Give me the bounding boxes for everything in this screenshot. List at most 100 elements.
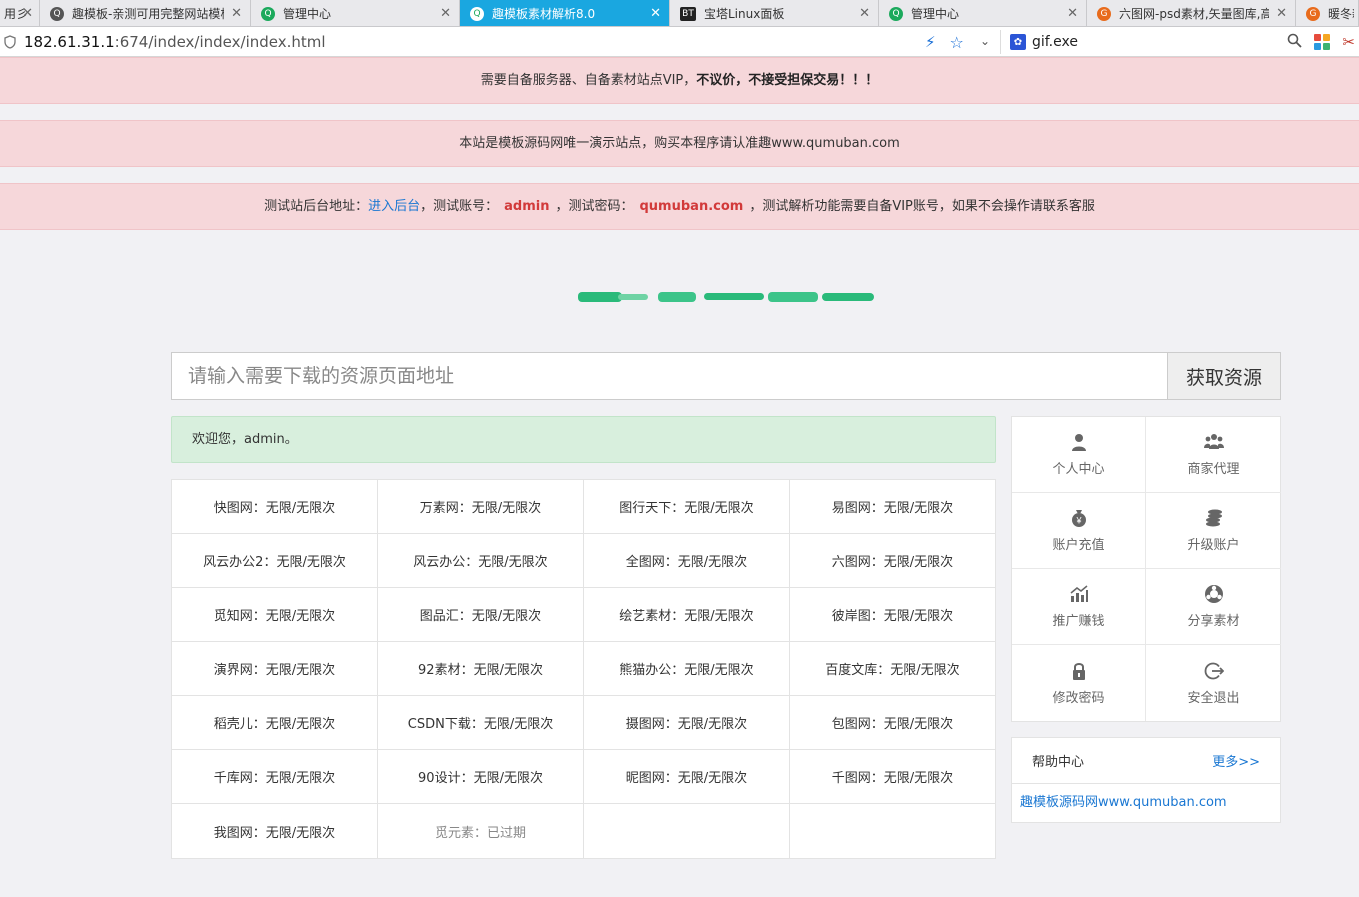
quota-cell: 觅知网：无限/无限次: [172, 588, 378, 642]
coins-icon: [1205, 509, 1222, 527]
menu-label: 分享素材: [1187, 614, 1240, 629]
search-engine-box[interactable]: ✿ gif.exe: [1010, 27, 1078, 57]
toolbar-icons: ✂: [1287, 27, 1359, 57]
get-resource-button[interactable]: 获取资源: [1167, 353, 1280, 399]
shield-icon[interactable]: [4, 34, 18, 49]
tab-title: 管理中心: [911, 7, 960, 21]
bt-icon: BT: [680, 6, 696, 21]
test-password: qumuban.com: [639, 199, 744, 214]
quota-table: 快图网：无限/无限次 万素网：无限/无限次 图行天下：无限/无限次 易图网：无限…: [171, 479, 996, 859]
notice-text: ，测试账号：: [420, 199, 499, 214]
welcome-message: 欢迎您，admin。: [171, 416, 996, 463]
quota-cell-empty: [790, 804, 995, 858]
lightning-icon[interactable]: ⚡: [925, 33, 936, 51]
close-icon[interactable]: ✕: [231, 6, 242, 21]
more-link[interactable]: 更多>>: [1212, 751, 1260, 770]
quota-cell: 快图网：无限/无限次: [172, 480, 378, 534]
user-menu: 个人中心 商家代理 ¥ 账户充值 升级账户 推广赚钱 分享素材 修改密码 安全退…: [1011, 416, 1281, 722]
close-icon[interactable]: ✕: [650, 6, 661, 21]
green-q-icon: Q: [261, 6, 275, 21]
help-title: 帮助中心: [1032, 755, 1085, 770]
lock-icon: [1072, 662, 1085, 680]
chart-icon: [1070, 585, 1088, 602]
search-icon[interactable]: [1287, 33, 1303, 52]
address-actions: ⚡ ☆: [925, 27, 964, 57]
menu-personal-center[interactable]: 个人中心: [1012, 417, 1146, 493]
url-field[interactable]: 182.61.31.1:674/index/index/index.html: [24, 33, 924, 51]
close-icon[interactable]: ✕: [440, 6, 451, 21]
quota-cell: 风云办公2：无限/无限次: [172, 534, 378, 588]
menu-upgrade[interactable]: 升级账户: [1146, 493, 1281, 569]
quota-cell: 六图网：无限/无限次: [790, 534, 995, 588]
tab-7[interactable]: G 暖冬新: [1296, 0, 1359, 26]
extension-icon[interactable]: ✂: [1342, 33, 1355, 51]
address-bar: 182.61.31.1:674/index/index/index.html ⚡…: [0, 27, 1359, 57]
help-header: 帮助中心 更多>>: [1012, 738, 1280, 784]
menu-label: 账户充值: [1052, 538, 1105, 553]
quota-cell: 全图网：无限/无限次: [584, 534, 790, 588]
quota-cell: 我图网：无限/无限次: [172, 804, 378, 858]
close-icon[interactable]: ✕: [1276, 6, 1287, 21]
close-icon[interactable]: ✕: [1067, 6, 1078, 21]
menu-label: 商家代理: [1187, 462, 1240, 477]
notice-text: ，测试解析功能需要自备VIP账号，如果不会操作请联系客服: [749, 199, 1095, 214]
svg-text:¥: ¥: [1075, 516, 1082, 526]
notice-banner-3: 测试站后台地址：进入后台，测试账号： admin ，测试密码： qumuban.com…: [0, 183, 1359, 230]
apps-grid-icon[interactable]: [1314, 34, 1331, 50]
menu-logout[interactable]: 安全退出: [1146, 645, 1281, 721]
tab-title: 管理中心: [283, 7, 332, 21]
notice-text: 测试站后台地址：: [264, 199, 369, 214]
quota-cell: 图品汇：无限/无限次: [378, 588, 584, 642]
tab-title: 宝塔Linux面板: [704, 7, 785, 21]
menu-label: 修改密码: [1052, 690, 1105, 706]
quota-cell: 万素网：无限/无限次: [378, 480, 584, 534]
tab-2[interactable]: Q 管理中心 ✕: [251, 0, 460, 26]
q-logo-icon: Q: [50, 6, 64, 21]
notice-banner-1: 需要自备服务器、自备素材站点VIP，不议价，不接受担保交易！！！: [0, 57, 1359, 104]
resource-search-bar: 获取资源: [171, 352, 1281, 400]
notice-banner-2: 本站是模板源码网唯一演示站点，购买本程序请认准趣www.qumuban.com: [0, 120, 1359, 167]
test-account: admin: [504, 199, 550, 214]
help-center-panel: 帮助中心 更多>> 趣模板源码网www.qumuban.com: [1011, 737, 1281, 823]
user-icon: [1071, 434, 1086, 451]
menu-label: 升级账户: [1187, 538, 1240, 553]
quota-cell: 风云办公：无限/无限次: [378, 534, 584, 588]
orange-icon: G: [1306, 6, 1320, 21]
tab-4[interactable]: BT 宝塔Linux面板 ✕: [670, 0, 879, 26]
search-engine-text: gif.exe: [1032, 34, 1078, 50]
notice-text: 本站是模板源码网唯一演示站点，购买本程序请认准趣www.qumuban.com: [459, 136, 900, 151]
help-item[interactable]: 趣模板源码网www.qumuban.com: [1012, 784, 1280, 822]
menu-share[interactable]: 分享素材: [1146, 569, 1281, 645]
menu-agent[interactable]: 商家代理: [1146, 417, 1281, 493]
quota-cell: 稻壳儿：无限/无限次: [172, 696, 378, 750]
quota-cell: 92素材：无限/无限次: [378, 642, 584, 696]
tab-6[interactable]: G 六图网-psd素材,矢量图库,高 ✕: [1087, 0, 1296, 26]
resource-url-input[interactable]: [172, 353, 1167, 399]
notice-bold-text: 不议价，不接受担保交易！！！: [696, 73, 879, 88]
tab-3[interactable]: Q 趣模板素材解析8.0 ✕: [460, 0, 670, 26]
admin-backend-link[interactable]: 进入后台: [368, 199, 420, 214]
quota-cell-expired: 觅元素：已过期: [378, 804, 584, 858]
chevron-down-icon[interactable]: ⌄: [980, 34, 990, 48]
menu-promote[interactable]: 推广赚钱: [1012, 569, 1146, 645]
quota-cell: 昵图网：无限/无限次: [584, 750, 790, 804]
star-icon[interactable]: ☆: [950, 33, 964, 52]
menu-recharge[interactable]: ¥ 账户充值: [1012, 493, 1146, 569]
tab-0[interactable]: 用彡 ✕: [0, 0, 40, 26]
orange-icon: G: [1097, 6, 1111, 21]
quota-cell: 熊猫办公：无限/无限次: [584, 642, 790, 696]
tab-title: 六图网-psd素材,矢量图库,高: [1119, 7, 1269, 21]
tab-5[interactable]: Q 管理中心 ✕: [879, 0, 1087, 26]
site-logo: [578, 292, 874, 302]
browser-tab-bar: 用彡 ✕ Q 趣模板-亲测可用完整网站模板 ✕ Q 管理中心 ✕ Q 趣模板素材…: [0, 0, 1359, 27]
logout-icon: [1204, 662, 1224, 679]
tab-1[interactable]: Q 趣模板-亲测可用完整网站模板 ✕: [40, 0, 251, 26]
quota-cell: 绘艺素材：无限/无限次: [584, 588, 790, 642]
url-path: :674/index/index/index.html: [114, 32, 326, 51]
quota-cell: 百度文库：无限/无限次: [790, 642, 995, 696]
menu-label: 个人中心: [1052, 462, 1105, 477]
close-icon[interactable]: ✕: [859, 6, 870, 21]
quota-cell: 90设计：无限/无限次: [378, 750, 584, 804]
menu-change-password[interactable]: 修改密码: [1012, 645, 1146, 721]
close-icon[interactable]: ✕: [22, 6, 33, 21]
